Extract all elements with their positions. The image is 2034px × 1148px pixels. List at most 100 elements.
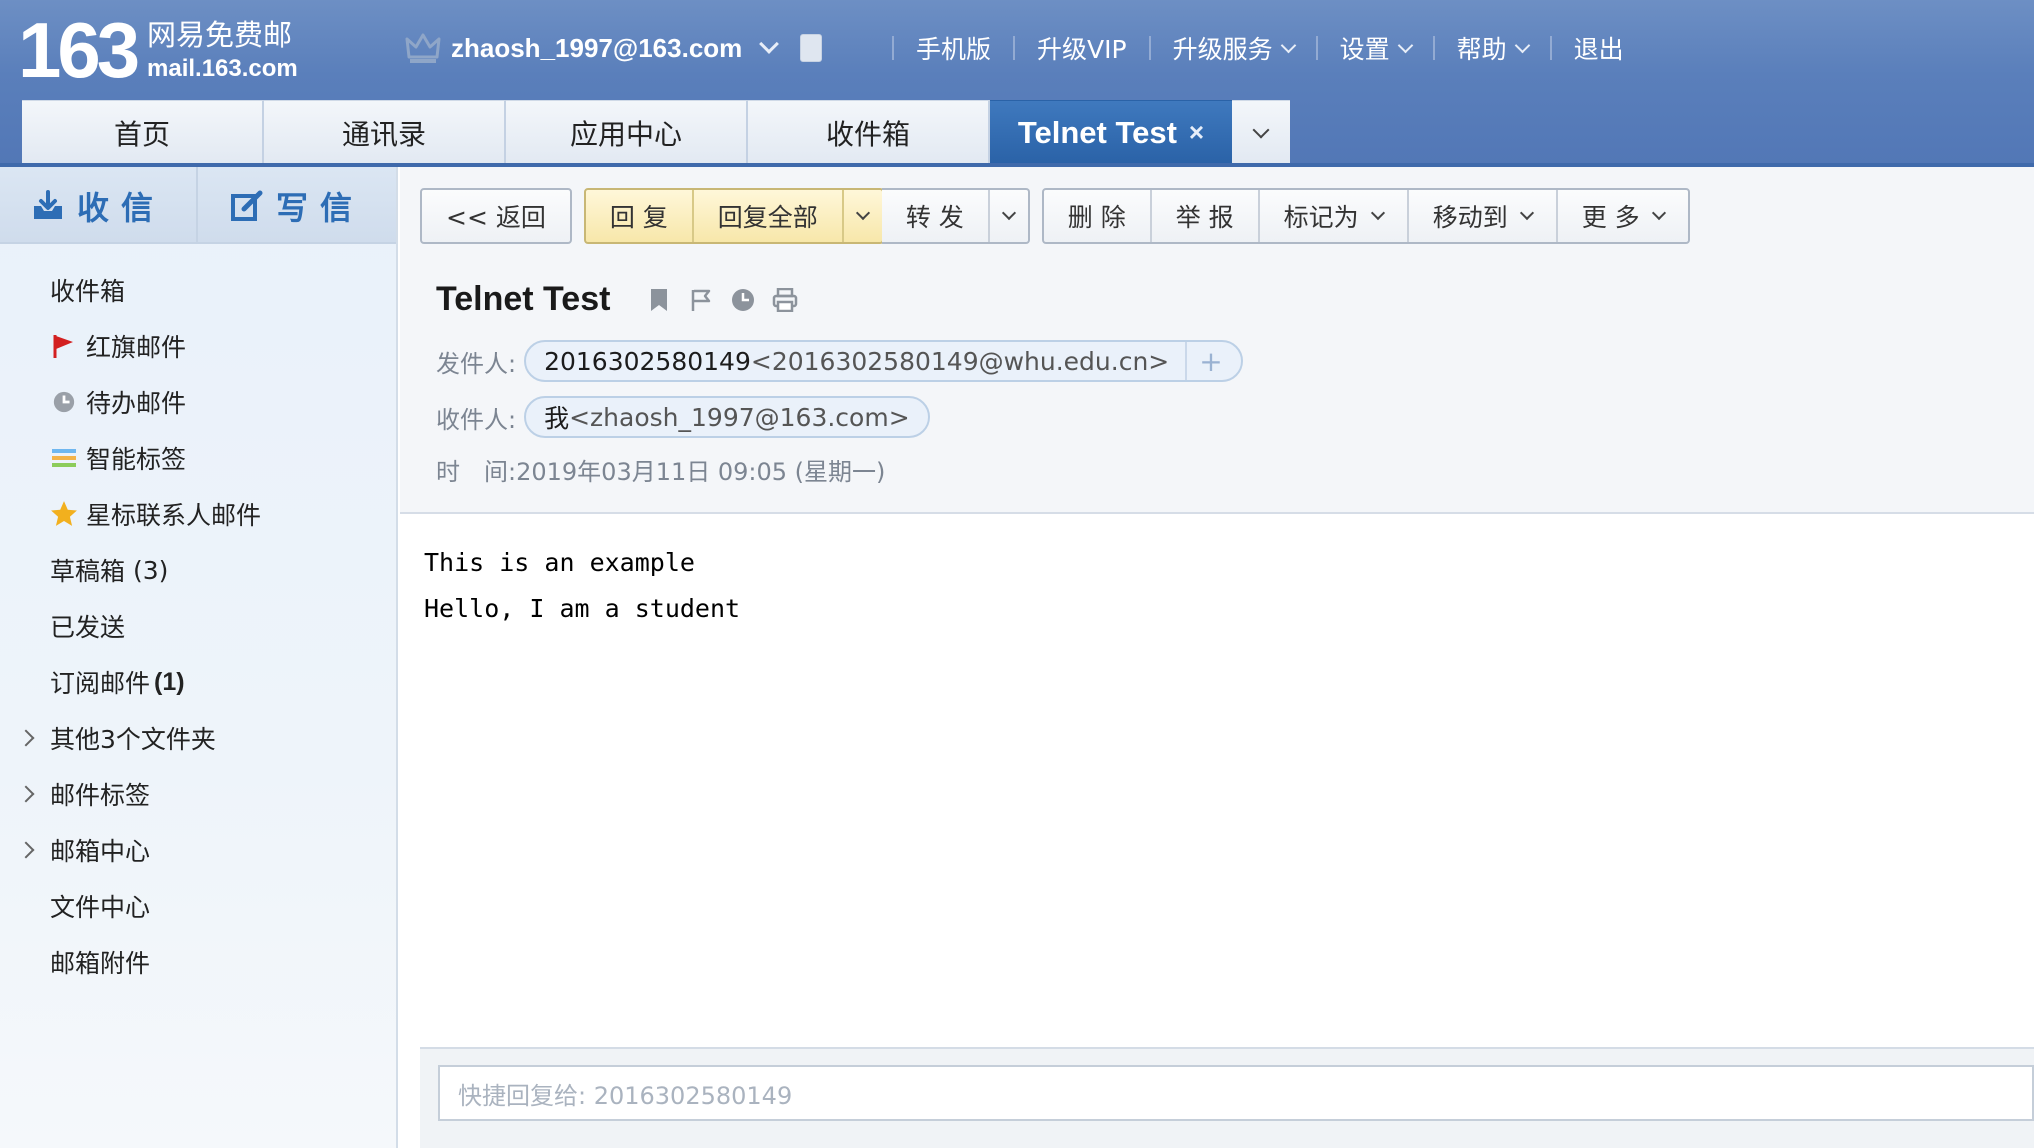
more-label: 更 多 [1581,203,1640,232]
body-line: This is an example [424,548,695,577]
sidebar-item-mailbox-center[interactable]: 邮箱中心 [0,822,396,878]
sidebar-item-label: 收件箱 [50,277,126,306]
clock-icon[interactable] [730,287,756,313]
top-nav: 手机版 升级VIP 升级服务 设置 帮助 退出 [870,28,1624,68]
sidebar-item-sent[interactable]: 已发送 [0,598,396,654]
receive-label: 收信 [76,188,165,227]
sidebar-item-flagged[interactable]: 红旗邮件 [0,318,396,374]
sidebar-item-drafts[interactable]: 草稿箱 (3) [0,542,396,598]
forward-button[interactable]: 转 发 [882,190,990,242]
nav-upgrade-service-label: 升级服务 [1172,35,1273,64]
body-line: Hello, I am a student [424,594,741,623]
bookmark-icon[interactable] [646,287,672,313]
nav-help[interactable]: 帮助 [1457,30,1530,66]
sidebar-item-label: 邮箱中心 [50,837,151,866]
sender-pill[interactable]: 2016302580149 <2016302580149@whu.edu.cn>… [524,340,1243,382]
nav-separator [1315,36,1318,60]
close-icon[interactable]: × [1189,117,1204,148]
header-bar: 163 网易免费邮 mail.163.com zhaosh_1997@163.c… [0,0,2034,167]
mark-as-button[interactable]: 标记为 [1260,190,1409,242]
sidebar-item-label: 智能标签 [86,445,187,474]
chevron-down-icon [1519,205,1534,221]
sidebar-item-todo[interactable]: 待办邮件 [0,374,396,430]
chevron-down-icon [1370,205,1385,221]
sidebar-item-mail-tags[interactable]: 邮件标签 [0,766,396,822]
chevron-down-icon [855,205,870,221]
sidebar-item-attachments[interactable]: 邮箱附件 [0,934,396,990]
receive-button[interactable]: 收信 [0,167,198,244]
print-icon[interactable] [772,287,798,313]
mark-as-label: 标记为 [1283,203,1359,232]
add-contact-icon[interactable]: + [1185,342,1223,380]
tab-app-center[interactable]: 应用中心 [506,100,748,164]
message-subject-row: Telnet Test [436,280,798,319]
reply-button[interactable]: 回 复 [586,190,694,242]
time-label: 时 间: [436,458,517,486]
delete-button[interactable]: 删 除 [1044,190,1152,242]
flag-outline-icon[interactable] [688,287,714,313]
folder-list: 收件箱 红旗邮件 待办邮件 智能标签 星标联系人邮件 草稿箱 (3) 已发送 订… [0,244,396,990]
sidebar-item-label: 订阅邮件 [50,669,151,698]
sidebar-item-label: 星标联系人邮件 [86,501,262,530]
chevron-down-icon[interactable] [759,34,780,54]
compose-button[interactable]: 写信 [198,167,396,244]
chevron-down-icon [1514,37,1530,53]
back-group: << 返回 [420,188,572,244]
nav-upgrade-service[interactable]: 升级服务 [1172,30,1296,66]
nav-upgrade-vip[interactable]: 升级VIP [1037,30,1127,66]
chevron-right-icon[interactable] [17,729,35,747]
sidebar-item-label: 红旗邮件 [86,333,187,362]
main-tabs: 首页 通讯录 应用中心 收件箱 Telnet Test × [22,100,1290,164]
sidebar-item-starred-contacts[interactable]: 星标联系人邮件 [0,486,396,542]
chevron-down-icon [1397,37,1413,53]
nav-separator [1432,36,1435,60]
more-button[interactable]: 更 多 [1558,190,1688,242]
chevron-right-icon[interactable] [17,841,35,859]
reply-dropdown[interactable] [844,190,882,242]
report-button[interactable]: 举 报 [1152,190,1260,242]
inbox-download-icon [31,189,65,222]
sidebar-item-subscriptions[interactable]: 订阅邮件 (1) [0,654,396,710]
logo-number[interactable]: 163 [18,8,140,92]
flag-icon [50,332,78,360]
quick-reply-input[interactable]: 快捷回复给: 2016302580149 [438,1065,2034,1121]
sidebar-item-label: 草稿箱 [50,557,126,586]
chevron-right-icon[interactable] [17,785,35,803]
forward-dropdown[interactable] [990,190,1028,242]
nav-settings[interactable]: 设置 [1339,30,1413,66]
tabs-more-button[interactable] [1232,100,1290,164]
sidebar-item-inbox[interactable]: 收件箱 [0,262,396,318]
sender-address: <2016302580149@whu.edu.cn> [750,346,1170,376]
subject-icons [646,287,798,313]
clock-icon [50,388,78,416]
nav-logout[interactable]: 退出 [1574,30,1624,66]
move-to-button[interactable]: 移动到 [1409,190,1558,242]
nav-separator [1148,36,1151,60]
user-menu[interactable]: zhaosh_1997@163.com [405,28,823,68]
nav-mobile[interactable]: 手机版 [916,30,991,66]
nav-separator [1013,36,1016,60]
badge-icon[interactable] [800,34,823,62]
sidebar-item-label: 邮件标签 [50,781,151,810]
logo-domain: mail.163.com [147,55,298,82]
tab-contacts[interactable]: 通讯录 [264,100,506,164]
tab-telnet-test[interactable]: Telnet Test × [990,100,1232,164]
sidebar-item-label: 其他3个文件夹 [50,725,216,754]
reply-all-button[interactable]: 回复全部 [694,190,844,242]
tab-telnet-test-label: Telnet Test [1017,114,1177,150]
drafts-count: (3) [133,555,169,585]
sidebar-item-other-folders[interactable]: 其他3个文件夹 [0,710,396,766]
nav-settings-label: 设置 [1339,35,1390,64]
tab-inbox[interactable]: 收件箱 [748,100,990,164]
tab-home[interactable]: 首页 [22,100,264,164]
back-button[interactable]: << 返回 [422,190,570,242]
sender-label: 发件人: [436,349,517,378]
sidebar: 收信 写信 收件箱 红旗邮件 待办邮件 智能标签 星标联系人邮件 草稿箱 (3)… [0,167,398,1148]
sidebar-item-label: 待办邮件 [86,389,187,418]
recipient-pill[interactable]: 我 <zhaosh_1997@163.com> [524,396,930,438]
sidebar-item-smart-tags[interactable]: 智能标签 [0,430,396,486]
sidebar-item-label: 已发送 [50,613,126,642]
user-email[interactable]: zhaosh_1997@163.com [451,33,742,64]
message-header: << 返回 回 复 回复全部 转 发 删 除 举 报 标记为 移动到 更 多 T… [400,167,2034,514]
sidebar-item-file-center[interactable]: 文件中心 [0,878,396,934]
